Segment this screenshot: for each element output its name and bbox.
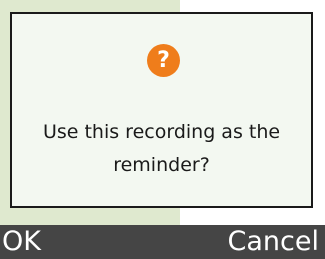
question-mark-icon: ? [147,44,180,77]
softkey-bar: OK Cancel [0,225,325,259]
ok-softkey[interactable]: OK [2,225,41,259]
cancel-softkey[interactable]: Cancel [228,225,319,259]
dialog-message: Use this recording as the reminder? [42,121,281,176]
